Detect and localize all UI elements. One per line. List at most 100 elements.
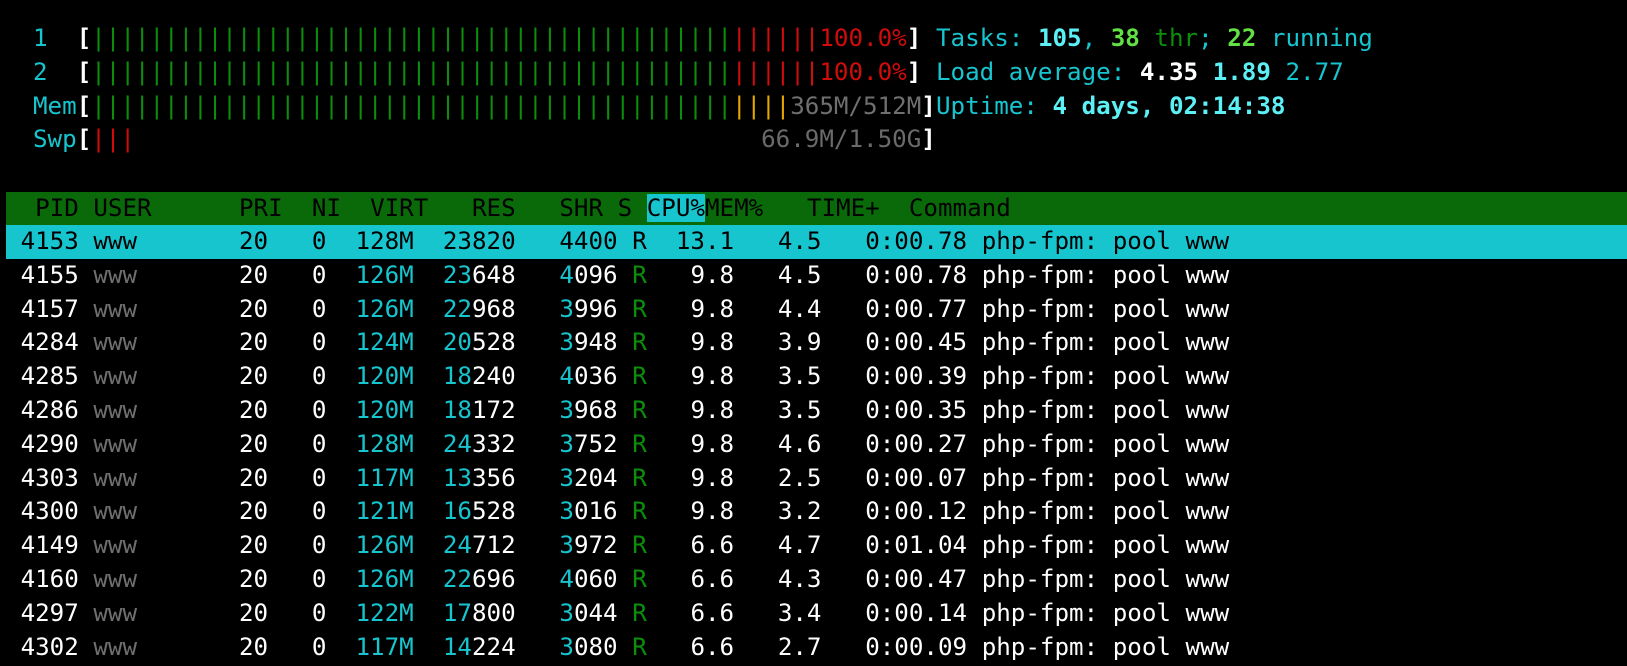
shr-cell-hi: 4 [559, 564, 574, 593]
mem-cell: 4.5 [777, 260, 822, 289]
shr-cell: 968 [573, 395, 618, 424]
command-cell: php-fpm: pool www [981, 531, 1230, 560]
nice-cell: 0 [311, 463, 327, 492]
col-res[interactable]: RES [472, 194, 516, 222]
state-cell: R [632, 294, 647, 323]
mem-bracket-open: [ [76, 91, 92, 120]
res-cell: 696 [472, 564, 516, 593]
time-cell: 0:00.27 [865, 429, 968, 458]
cpu-cell: 13.1 [675, 227, 735, 255]
virt-cell: 120M [355, 395, 414, 424]
virt-cell: 124M [355, 328, 414, 357]
mem-cell: 4.4 [777, 294, 822, 323]
time-cell: 0:00.45 [865, 328, 968, 357]
shr-cell: 752 [573, 429, 618, 458]
pri-cell: 20 [239, 632, 269, 661]
nice-cell: 0 [311, 395, 327, 424]
shr-cell: 204 [573, 463, 618, 492]
col-virt[interactable]: VIRT [370, 194, 428, 222]
time-cell: 0:01.04 [865, 531, 968, 560]
running-count: 22 [1227, 24, 1257, 52]
res-cell-hi: 22 [442, 564, 472, 593]
col-pri[interactable]: PRI [239, 194, 283, 222]
swap-bracket-close: ] [921, 125, 936, 154]
pri-cell: 20 [239, 531, 269, 560]
state-cell: R [632, 632, 647, 661]
threads-count: 38 [1110, 24, 1140, 52]
table-row[interactable]: 4286 www 20 0 120M 18172 3968 R 9.8 3.5 … [6, 394, 1627, 428]
time-cell: 0:00.39 [865, 362, 968, 391]
res-cell-hi: 18 [442, 362, 472, 391]
shr-cell-hi: 3 [559, 497, 574, 526]
user-cell: www [93, 564, 138, 593]
user-cell: www [93, 260, 138, 289]
table-row[interactable]: 4300 www 20 0 121M 16528 3016 R 9.8 3.2 … [6, 495, 1627, 529]
cpu-cell: 9.8 [690, 395, 735, 424]
col-time[interactable]: TIME+ [807, 194, 880, 222]
col-ni[interactable]: NI [312, 194, 341, 222]
time-cell: 0:00.14 [865, 598, 968, 627]
res-cell: 332 [472, 429, 516, 458]
col-command[interactable]: Command [909, 194, 1011, 222]
res-cell: 968 [472, 294, 516, 323]
mem-cell: 4.7 [777, 531, 822, 560]
table-row[interactable]: 4155 www 20 0 126M 23648 4096 R 9.8 4.5 … [6, 259, 1627, 293]
cpu-cell: 9.8 [690, 463, 735, 492]
pri-cell: 20 [239, 463, 269, 492]
virt-cell: 120M [355, 362, 414, 391]
state-cell: R [632, 429, 647, 458]
col-state[interactable]: S [618, 194, 633, 222]
pri-cell: 20 [239, 227, 269, 255]
cpu1-bar-kernel: |||||| [731, 24, 820, 52]
process-list: 4153 www 20 0 128M 23820 4400 R 13.1 4.5… [6, 225, 1627, 664]
shr-cell-hi: 3 [559, 429, 574, 458]
mem-value: 365M/512M [790, 91, 922, 120]
cpu-cell: 9.8 [690, 362, 735, 391]
col-shr[interactable]: SHR [559, 194, 603, 222]
mem-cell: 4.5 [777, 227, 822, 255]
nice-cell: 0 [311, 362, 327, 391]
col-user[interactable]: USER [93, 194, 151, 222]
load-average-line: Load average: 4.35 1.89 2.77 [936, 56, 1373, 90]
uptime-line: Uptime: 4 days, 02:14:38 [936, 90, 1373, 124]
nice-cell: 0 [311, 294, 327, 323]
mem-cell: 3.9 [777, 328, 822, 357]
pid-cell: 4303 [20, 463, 79, 492]
col-mem[interactable]: MEM% [705, 194, 763, 222]
swap-meter: Swp[||| 66.9M/1.50G] [33, 123, 936, 157]
table-row[interactable]: 4285 www 20 0 120M 18240 4036 R 9.8 3.5 … [6, 360, 1627, 394]
res-cell: 528 [472, 497, 516, 526]
user-cell: www [93, 328, 138, 357]
cpu1-meter: 1 [|||||||||||||||||||||||||||||||||||||… [33, 22, 936, 56]
table-row[interactable]: 4160 www 20 0 126M 22696 4060 R 6.6 4.3 … [6, 563, 1627, 597]
virt-cell: 126M [355, 564, 414, 593]
command-cell: php-fpm: pool www [981, 463, 1230, 492]
pid-cell: 4157 [20, 294, 79, 323]
cpu2-bar-kernel: |||||| [731, 57, 820, 86]
state-cell: R [632, 362, 647, 391]
cpu-cell: 9.8 [690, 429, 735, 458]
res-cell: 648 [472, 260, 516, 289]
res-cell-hi: 24 [442, 531, 472, 560]
table-row[interactable]: 4303 www 20 0 117M 13356 3204 R 9.8 2.5 … [6, 462, 1627, 496]
table-row[interactable]: 4157 www 20 0 126M 22968 3996 R 9.8 4.4 … [6, 293, 1627, 327]
table-row[interactable]: 4284 www 20 0 124M 20528 3948 R 9.8 3.9 … [6, 326, 1627, 360]
res-cell: 23820 [442, 227, 516, 255]
table-row[interactable]: 4297 www 20 0 122M 17800 3044 R 6.6 3.4 … [6, 597, 1627, 631]
table-row-selected[interactable]: 4153 www 20 0 128M 23820 4400 R 13.1 4.5… [6, 225, 1627, 259]
table-row[interactable]: 4290 www 20 0 128M 24332 3752 R 9.8 4.6 … [6, 428, 1627, 462]
cpu-cell: 9.8 [690, 497, 735, 526]
cpu2-bracket-close: ] [906, 57, 922, 86]
res-cell: 240 [472, 362, 516, 391]
cpu1-label: 1 [33, 24, 48, 52]
pri-cell: 20 [239, 362, 269, 391]
virt-cell: 128M [355, 429, 414, 458]
col-cpu-sorted[interactable]: CPU% [646, 194, 705, 222]
shr-cell-hi: 3 [559, 463, 574, 492]
state-cell: R [632, 598, 647, 627]
table-row[interactable]: 4149 www 20 0 126M 24712 3972 R 6.6 4.7 … [6, 529, 1627, 563]
pri-cell: 20 [239, 260, 269, 289]
col-pid[interactable]: PID [35, 194, 79, 222]
shr-cell-hi: 3 [559, 598, 574, 627]
table-row[interactable]: 4302 www 20 0 117M 14224 3080 R 6.6 2.7 … [6, 631, 1627, 665]
